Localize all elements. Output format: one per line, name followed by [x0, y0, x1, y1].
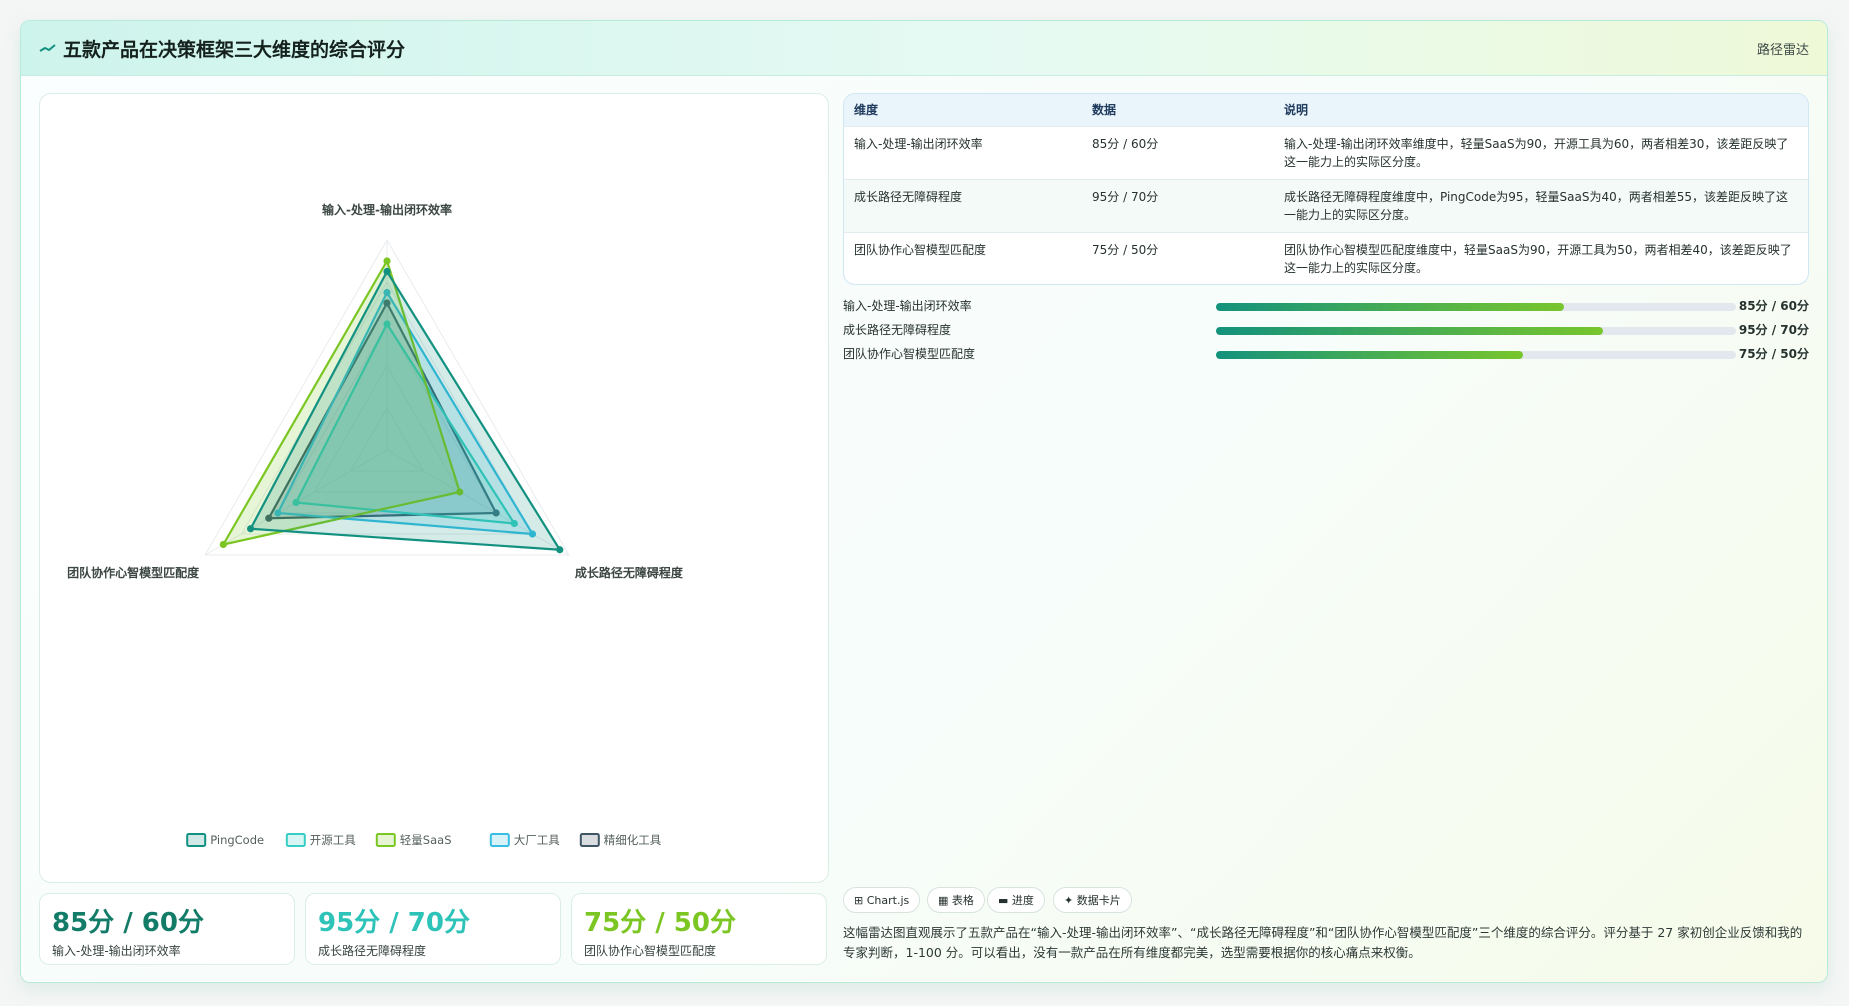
kpi-card-2: 95分 / 70分 成长路径无障碍程度 — [305, 893, 561, 965]
legend-label: 精细化工具 — [604, 833, 662, 847]
progress-fill — [1216, 303, 1565, 311]
data-point — [556, 546, 564, 554]
kpi-value: 75分 / 50分 — [584, 908, 736, 938]
kpi-label: 团队协作心智模型匹配度 — [584, 944, 717, 958]
table-cell: 团队协作心智模型匹配度维度中，轻量SaaS为90，开源工具为50，两者相差40，… — [1284, 242, 1792, 275]
data-table-card: 维度 数据 说明 输入-处理-输出闭环效率 85分 / 60分 输入-处理-输出… — [843, 93, 1809, 285]
axis-label: 团队协作心智模型匹配度 — [67, 565, 200, 580]
progress-value: 75分 / 50分 — [1738, 347, 1809, 361]
chip-data-card[interactable]: ✦ 数据卡片 — [1053, 887, 1132, 913]
legend-label: 大厂工具 — [514, 833, 560, 847]
progress-row-3: 团队协作心智模型匹配度 75分 / 50分 — [843, 345, 1809, 365]
data-point — [383, 257, 391, 265]
data-point — [247, 525, 255, 533]
radar-chart: 输入-处理-输出闭环效率成长路径无障碍程度 团队协作心智模型匹配度 PingCode… — [67, 202, 684, 847]
kpi-label: 成长路径无障碍程度 — [318, 944, 427, 958]
progress-fill — [1216, 351, 1523, 359]
legend-swatch — [579, 833, 600, 847]
progress-label: 团队协作心智模型匹配度 — [843, 347, 976, 361]
chip-chartjs[interactable]: ⊞ Chart.js — [843, 887, 921, 913]
column-header: 说明 — [1284, 103, 1309, 118]
table-cell: 成长路径无障碍程度 — [854, 189, 963, 204]
progress-label: 成长路径无障碍程度 — [843, 323, 952, 337]
table-cell: 85分 / 60分 — [1092, 136, 1159, 151]
axis-label: 成长路径无障碍程度 — [575, 565, 684, 580]
progress-value: 95分 / 70分 — [1738, 323, 1809, 337]
chip-table[interactable]: ▦ 表格 — [927, 887, 985, 913]
chart-description: 这幅雷达图直观展示了五款产品在“输入-处理-输出闭环效率”、“成长路径无障碍程度… — [843, 925, 1803, 960]
kpi-label: 输入-处理-输出闭环效率 — [52, 944, 181, 958]
kpi-card-3: 75分 / 50分 团队协作心智模型匹配度 — [571, 893, 827, 965]
column-header: 维度 — [854, 103, 879, 118]
progress-row-1: 输入-处理-输出闭环效率 85分 / 60分 — [843, 297, 1809, 317]
progress-row-2: 成长路径无障碍程度 95分 / 70分 — [843, 321, 1809, 341]
legend-swatch — [186, 833, 207, 847]
page-title: 五款产品在决策框架三大维度的综合评分 — [63, 39, 406, 61]
legend-label: 开源工具 — [310, 833, 356, 847]
progress-track — [1216, 327, 1736, 335]
legend-label: 轻量SaaS — [400, 833, 452, 847]
legend-swatch — [285, 833, 306, 847]
data-table: 维度 数据 说明 输入-处理-输出闭环效率 85分 / 60分 输入-处理-输出… — [844, 94, 1808, 284]
header-bar: 五款产品在决策框架三大维度的综合评分 路径雷达 — [21, 21, 1827, 76]
legend-label: PingCode — [210, 833, 264, 847]
progress-label: 输入-处理-输出闭环效率 — [843, 299, 972, 313]
table-cell: 75分 / 50分 — [1092, 242, 1159, 257]
series-area — [249, 270, 561, 551]
chip-progress[interactable]: ▬ 进度 — [987, 887, 1045, 913]
progress-track — [1216, 351, 1736, 359]
data-point — [383, 267, 391, 276]
kpi-value: 85分 / 60分 — [52, 908, 204, 938]
trend-line-icon — [39, 44, 56, 52]
legend-swatch — [375, 833, 396, 847]
table-row: 输入-处理-输出闭环效率 85分 / 60分 输入-处理-输出闭环效率维度中，轻… — [844, 126, 1808, 179]
dashboard-frame: 五款产品在决策框架三大维度的综合评分 路径雷达 输入-处理-输出闭环效率 成长路径… — [20, 20, 1828, 983]
table-cell: 成长路径无障碍程度维度中，PingCode为95，轻量SaaS为40，两者相差5… — [1284, 189, 1789, 222]
axis-label: 输入-处理-输出闭环效率 — [322, 202, 452, 217]
table-row: 团队协作心智模型匹配度 75分 / 50分 团队协作心智模型匹配度维度中，轻量S… — [844, 232, 1808, 284]
radar-chart-card: 输入-处理-输出闭环效率成长路径无障碍程度 团队协作心智模型匹配度 PingCode… — [39, 93, 829, 883]
kpi-card-1: 85分 / 60分 输入-处理-输出闭环效率 — [39, 893, 295, 965]
table-cell: 团队协作心智模型匹配度 — [854, 242, 987, 257]
legend-swatch — [489, 833, 510, 847]
table-row: 成长路径无障碍程度 95分 / 70分 成长路径无障碍程度维度中，PingCod… — [844, 179, 1808, 232]
header-tag: 路径雷达 — [1756, 43, 1809, 58]
kpi-value: 95分 / 70分 — [318, 908, 470, 938]
table-cell: 95分 / 70分 — [1092, 189, 1159, 204]
progress-track — [1216, 303, 1736, 311]
table-header-row: 维度 数据 说明 — [844, 94, 1808, 126]
table-cell: 输入-处理-输出闭环效率维度中，轻量SaaS为90，开源工具为60，两者相差30… — [1284, 136, 1789, 169]
progress-value: 85分 / 60分 — [1738, 299, 1809, 313]
table-cell: 输入-处理-输出闭环效率 — [854, 136, 983, 151]
progress-fill — [1216, 327, 1604, 335]
data-point — [219, 540, 227, 549]
column-header: 数据 — [1092, 103, 1117, 118]
